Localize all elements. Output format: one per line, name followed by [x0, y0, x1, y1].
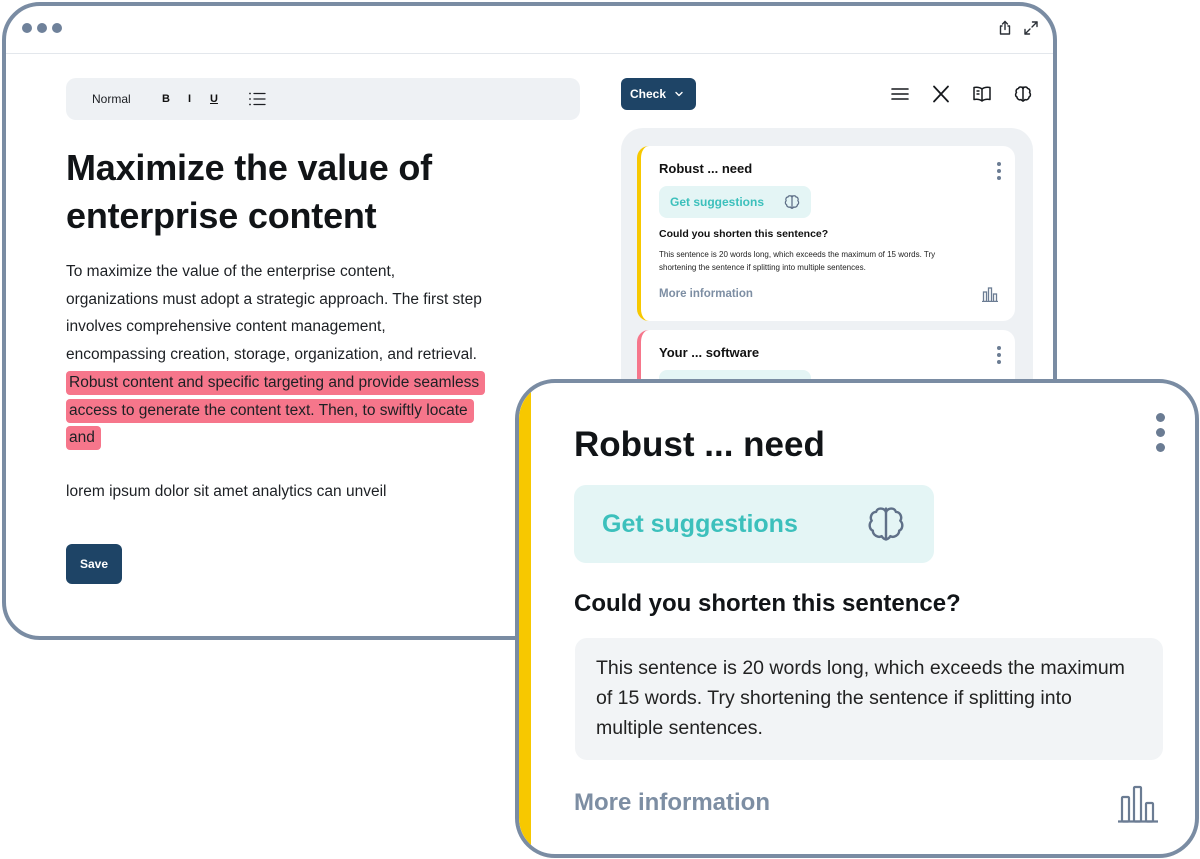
window-dot[interactable] — [37, 23, 47, 33]
panel-toolbar — [890, 84, 1033, 104]
window-actions — [997, 20, 1039, 36]
chevron-down-icon — [675, 91, 683, 97]
get-suggestions-label: Get suggestions — [602, 509, 798, 538]
save-button[interactable]: Save — [66, 544, 122, 584]
window-dot[interactable] — [22, 23, 32, 33]
brain-icon — [868, 507, 904, 541]
card-question: Could you shorten this sentence? — [659, 228, 829, 240]
get-suggestions-button[interactable]: Get suggestions — [659, 186, 811, 218]
document-title[interactable]: Maximize the value of enterprise content — [66, 144, 526, 240]
body-text: To maximize the value of the enterprise … — [66, 263, 482, 364]
kebab-menu-icon[interactable] — [997, 346, 1001, 367]
get-suggestions-label: Get suggestions — [670, 195, 765, 209]
card-title: Your ... software — [659, 345, 760, 360]
suggestion-card[interactable]: Robust ... need Get suggestions Could yo… — [637, 146, 1015, 321]
x-logo-icon[interactable] — [931, 84, 951, 104]
card-accent-bar — [519, 383, 531, 854]
window-controls — [22, 23, 62, 33]
more-information-link[interactable]: More information — [574, 789, 770, 817]
check-button[interactable]: Check — [621, 78, 696, 110]
text-style-select[interactable]: Normal — [92, 92, 131, 106]
bold-button[interactable]: B — [162, 93, 170, 105]
zoom-card-title: Robust ... need — [574, 425, 825, 464]
menu-icon[interactable] — [890, 84, 910, 104]
expand-icon[interactable] — [1023, 20, 1039, 36]
card-description: This sentence is 20 words long, which ex… — [659, 250, 936, 272]
bar-chart-icon[interactable] — [981, 286, 999, 302]
bar-chart-icon[interactable] — [1117, 783, 1159, 823]
brain-icon[interactable] — [1013, 84, 1033, 104]
editor-toolbar: Normal B I U — [66, 78, 580, 120]
kebab-menu-icon[interactable] — [1156, 413, 1165, 458]
zoomed-suggestion-card[interactable]: Robust ... need Get suggestions Could yo… — [515, 379, 1199, 858]
underline-button[interactable]: U — [210, 93, 218, 105]
zoom-card-description: This sentence is 20 words long, which ex… — [575, 638, 1163, 760]
more-information-link[interactable]: More information — [659, 288, 753, 300]
document-body[interactable]: To maximize the value of the enterprise … — [66, 258, 486, 452]
highlighted-text[interactable]: Robust content and specific targeting an… — [66, 370, 486, 451]
list-icon[interactable] — [248, 91, 266, 107]
card-title: Robust ... need — [659, 161, 753, 176]
brain-icon — [784, 195, 800, 209]
zoom-card-question: Could you shorten this sentence? — [574, 590, 961, 617]
italic-button[interactable]: I — [188, 93, 191, 105]
document-extra-text[interactable]: lorem ipsum dolor sit amet analytics can… — [66, 483, 386, 501]
check-label: Check — [630, 87, 667, 101]
title-bar — [6, 6, 1053, 54]
kebab-menu-icon[interactable] — [997, 162, 1001, 183]
window-dot[interactable] — [52, 23, 62, 33]
get-suggestions-button[interactable]: Get suggestions — [574, 485, 934, 563]
share-icon[interactable] — [997, 20, 1013, 36]
book-icon[interactable] — [972, 84, 992, 104]
